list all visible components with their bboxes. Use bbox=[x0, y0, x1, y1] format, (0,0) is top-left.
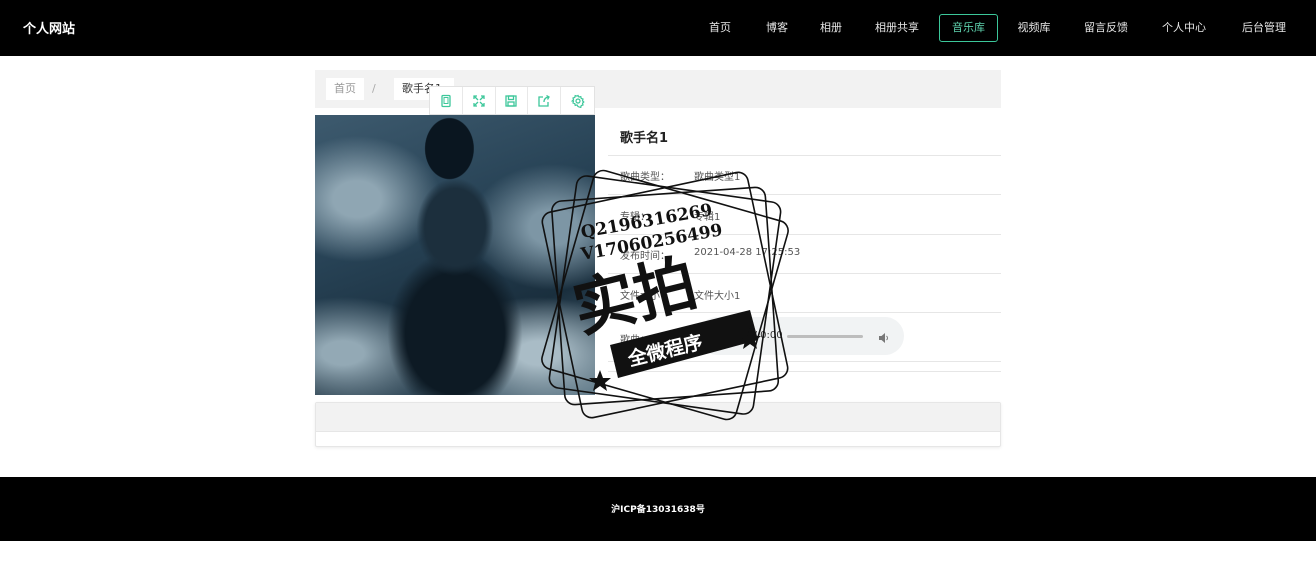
site-title[interactable]: 个人网站 bbox=[23, 18, 75, 37]
image-toolbar bbox=[429, 86, 595, 115]
nav-music-library[interactable]: 音乐库 bbox=[939, 14, 998, 42]
nav-album-share[interactable]: 相册共享 bbox=[872, 14, 922, 42]
volume-icon[interactable] bbox=[878, 329, 890, 348]
icp-record[interactable]: 沪ICP备13031638号 bbox=[0, 502, 1316, 515]
nav-user-center[interactable]: 个人中心 bbox=[1160, 14, 1208, 42]
settings-icon[interactable] bbox=[561, 87, 594, 114]
breadcrumb-separator: / bbox=[372, 82, 376, 95]
save-icon[interactable] bbox=[496, 87, 529, 114]
watermark-stamp: Q2196316269 V17060256499 实拍 全微程序 bbox=[541, 169, 789, 421]
divider bbox=[608, 155, 1001, 156]
nav-video-library[interactable]: 视频库 bbox=[1016, 14, 1052, 42]
footer: 沪ICP备13031638号 bbox=[0, 477, 1316, 541]
nav-blog[interactable]: 博客 bbox=[765, 14, 789, 42]
nav-admin[interactable]: 后台管理 bbox=[1239, 14, 1289, 42]
breadcrumb: 首页 / 歌手名1 bbox=[315, 70, 1001, 108]
singer-title: 歌手名1 bbox=[620, 131, 669, 146]
nav-feedback[interactable]: 留言反馈 bbox=[1082, 14, 1130, 42]
nav-album[interactable]: 相册 bbox=[819, 14, 843, 42]
share-icon[interactable] bbox=[528, 87, 562, 114]
fullscreen-icon[interactable] bbox=[463, 87, 496, 114]
nav-home[interactable]: 首页 bbox=[708, 14, 732, 42]
top-navbar: 个人网站 首页 博客 相册 相册共享 音乐库 视频库 留言反馈 个人中心 后台管… bbox=[0, 0, 1316, 56]
tablet-icon[interactable] bbox=[430, 87, 463, 114]
breadcrumb-home[interactable]: 首页 bbox=[326, 78, 364, 100]
